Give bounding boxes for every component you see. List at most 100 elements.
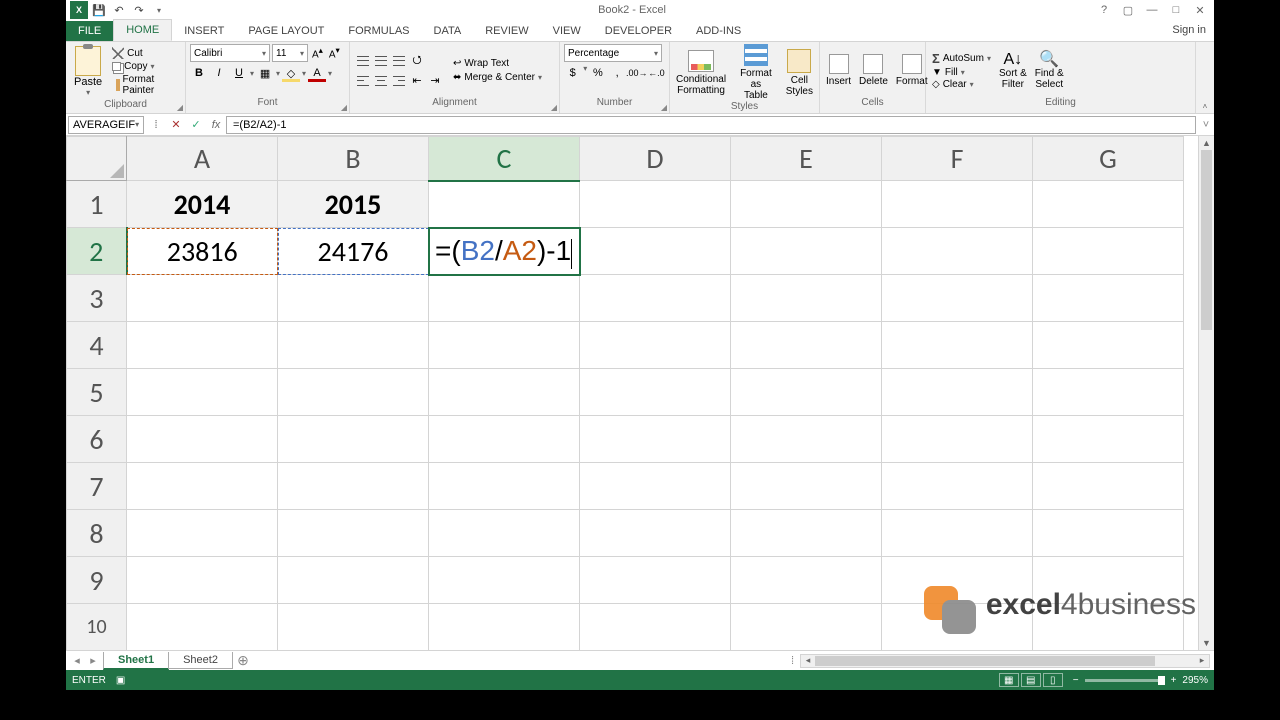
tab-review[interactable]: REVIEW (473, 21, 540, 41)
vertical-scrollbar[interactable]: ▲ ▼ (1198, 136, 1214, 650)
cell[interactable] (278, 369, 429, 416)
row-header-1[interactable]: 1 (67, 181, 127, 228)
increase-font-button[interactable]: A▴ (310, 45, 325, 60)
tab-page-layout[interactable]: PAGE LAYOUT (236, 21, 336, 41)
format-as-table-button[interactable]: Format as Table (734, 44, 778, 101)
dialog-launcher-icon[interactable]: ◢ (551, 103, 557, 112)
scroll-thumb[interactable] (815, 656, 1155, 666)
sort-filter-button[interactable]: A↓Sort & Filter (997, 51, 1029, 91)
cell[interactable] (882, 510, 1033, 557)
column-header-c[interactable]: C (429, 137, 580, 181)
conditional-formatting-button[interactable]: Conditional Formatting (674, 50, 728, 96)
chevron-down-icon[interactable]: ▾ (328, 69, 332, 78)
zoom-out-button[interactable]: − (1073, 675, 1079, 686)
scroll-right-icon[interactable]: ▸ (1195, 655, 1209, 667)
column-header-g[interactable]: G (1033, 137, 1184, 181)
increase-decimal-button[interactable]: .00→ (628, 64, 646, 82)
dialog-launcher-icon[interactable]: ◢ (341, 103, 347, 112)
cut-button[interactable]: Cut (110, 46, 181, 60)
cell[interactable] (580, 510, 731, 557)
scroll-left-icon[interactable]: ◂ (801, 655, 815, 667)
cell-a2[interactable]: 23816 (127, 228, 278, 275)
merge-center-button[interactable]: ⬌Merge & Center▾ (450, 71, 545, 84)
chevron-down-icon[interactable]: ▾ (250, 69, 254, 78)
cell[interactable] (278, 604, 429, 651)
tab-home[interactable]: HOME (113, 19, 172, 41)
delete-cells-button[interactable]: Delete (857, 54, 890, 87)
font-color-button[interactable]: A (308, 64, 326, 82)
row-header-2[interactable]: 2 (67, 228, 127, 275)
find-select-button[interactable]: 🔍Find & Select (1033, 51, 1066, 91)
tab-split-handle[interactable]: ⁞ (791, 655, 800, 667)
cell[interactable] (882, 275, 1033, 322)
dialog-launcher-icon[interactable]: ◢ (177, 103, 183, 112)
zoom-knob[interactable] (1158, 676, 1165, 685)
scroll-thumb[interactable] (1201, 150, 1212, 330)
bold-button[interactable]: B (190, 64, 208, 82)
cell-d1[interactable] (580, 181, 731, 228)
cell[interactable] (580, 463, 731, 510)
row-header-5[interactable]: 5 (67, 369, 127, 416)
cell-c1[interactable] (429, 181, 580, 228)
sheet-nav-last-icon[interactable]: ▸ (86, 654, 100, 667)
cell[interactable] (1033, 604, 1184, 651)
row-header-10[interactable]: 10 (67, 604, 127, 651)
cell[interactable] (429, 322, 580, 369)
cell[interactable] (731, 369, 882, 416)
cell-e1[interactable] (731, 181, 882, 228)
page-layout-view-button[interactable]: ▤ (1021, 673, 1041, 687)
underline-button[interactable]: U (230, 64, 248, 82)
align-right-button[interactable] (390, 72, 408, 90)
cell[interactable] (429, 463, 580, 510)
cell[interactable] (731, 275, 882, 322)
cell[interactable] (1033, 557, 1184, 604)
cell-c2-editing[interactable]: =(B2/A2)-1 (429, 228, 580, 275)
comma-format-button[interactable]: , (609, 64, 626, 82)
cell[interactable] (882, 604, 1033, 651)
insert-cells-button[interactable]: Insert (824, 54, 853, 87)
cell[interactable] (429, 416, 580, 463)
insert-function-button[interactable]: fx (206, 116, 226, 134)
expand-formula-bar-button[interactable]: ˅ (1198, 119, 1214, 131)
save-icon[interactable]: 💾 (90, 1, 108, 19)
chevron-down-icon[interactable]: ▾ (302, 69, 306, 78)
cell[interactable] (1033, 369, 1184, 416)
sign-in-link[interactable]: Sign in (1172, 24, 1206, 36)
cell[interactable] (127, 275, 278, 322)
tab-view[interactable]: VIEW (541, 21, 593, 41)
decrease-decimal-button[interactable]: ←.0 (648, 64, 665, 82)
cell-b2[interactable]: 24176 (278, 228, 429, 275)
cell[interactable] (127, 369, 278, 416)
cell[interactable] (429, 557, 580, 604)
accounting-format-button[interactable]: $ (564, 64, 581, 82)
fill-color-button[interactable]: ◇ (282, 64, 300, 82)
scroll-up-icon[interactable]: ▲ (1199, 136, 1214, 150)
number-format-select[interactable]: Percentage▾ (564, 44, 662, 62)
minimize-icon[interactable]: — (1144, 2, 1160, 18)
cell[interactable] (580, 322, 731, 369)
row-header-6[interactable]: 6 (67, 416, 127, 463)
cell[interactable] (127, 604, 278, 651)
row-header-3[interactable]: 3 (67, 275, 127, 322)
undo-icon[interactable]: ↶ (110, 1, 128, 19)
row-header-8[interactable]: 8 (67, 510, 127, 557)
cell-e2[interactable] (731, 228, 882, 275)
column-header-d[interactable]: D (580, 137, 731, 181)
column-header-a[interactable]: A (127, 137, 278, 181)
format-painter-button[interactable]: Format Painter (110, 73, 181, 97)
row-header-9[interactable]: 9 (67, 557, 127, 604)
cell[interactable] (580, 416, 731, 463)
new-sheet-button[interactable]: ⊕ (233, 652, 253, 669)
zoom-slider[interactable] (1085, 679, 1165, 682)
cell[interactable] (731, 510, 882, 557)
name-box[interactable]: AVERAGEIF▾ (68, 116, 144, 134)
horizontal-scrollbar[interactable]: ◂ ▸ (800, 654, 1210, 668)
cell[interactable] (429, 275, 580, 322)
cell[interactable] (278, 275, 429, 322)
cell[interactable] (127, 510, 278, 557)
chevron-down-icon[interactable]: ▾ (583, 64, 587, 82)
cell[interactable] (1033, 510, 1184, 557)
cell[interactable] (731, 416, 882, 463)
normal-view-button[interactable]: ▦ (999, 673, 1019, 687)
italic-button[interactable]: I (210, 64, 228, 82)
